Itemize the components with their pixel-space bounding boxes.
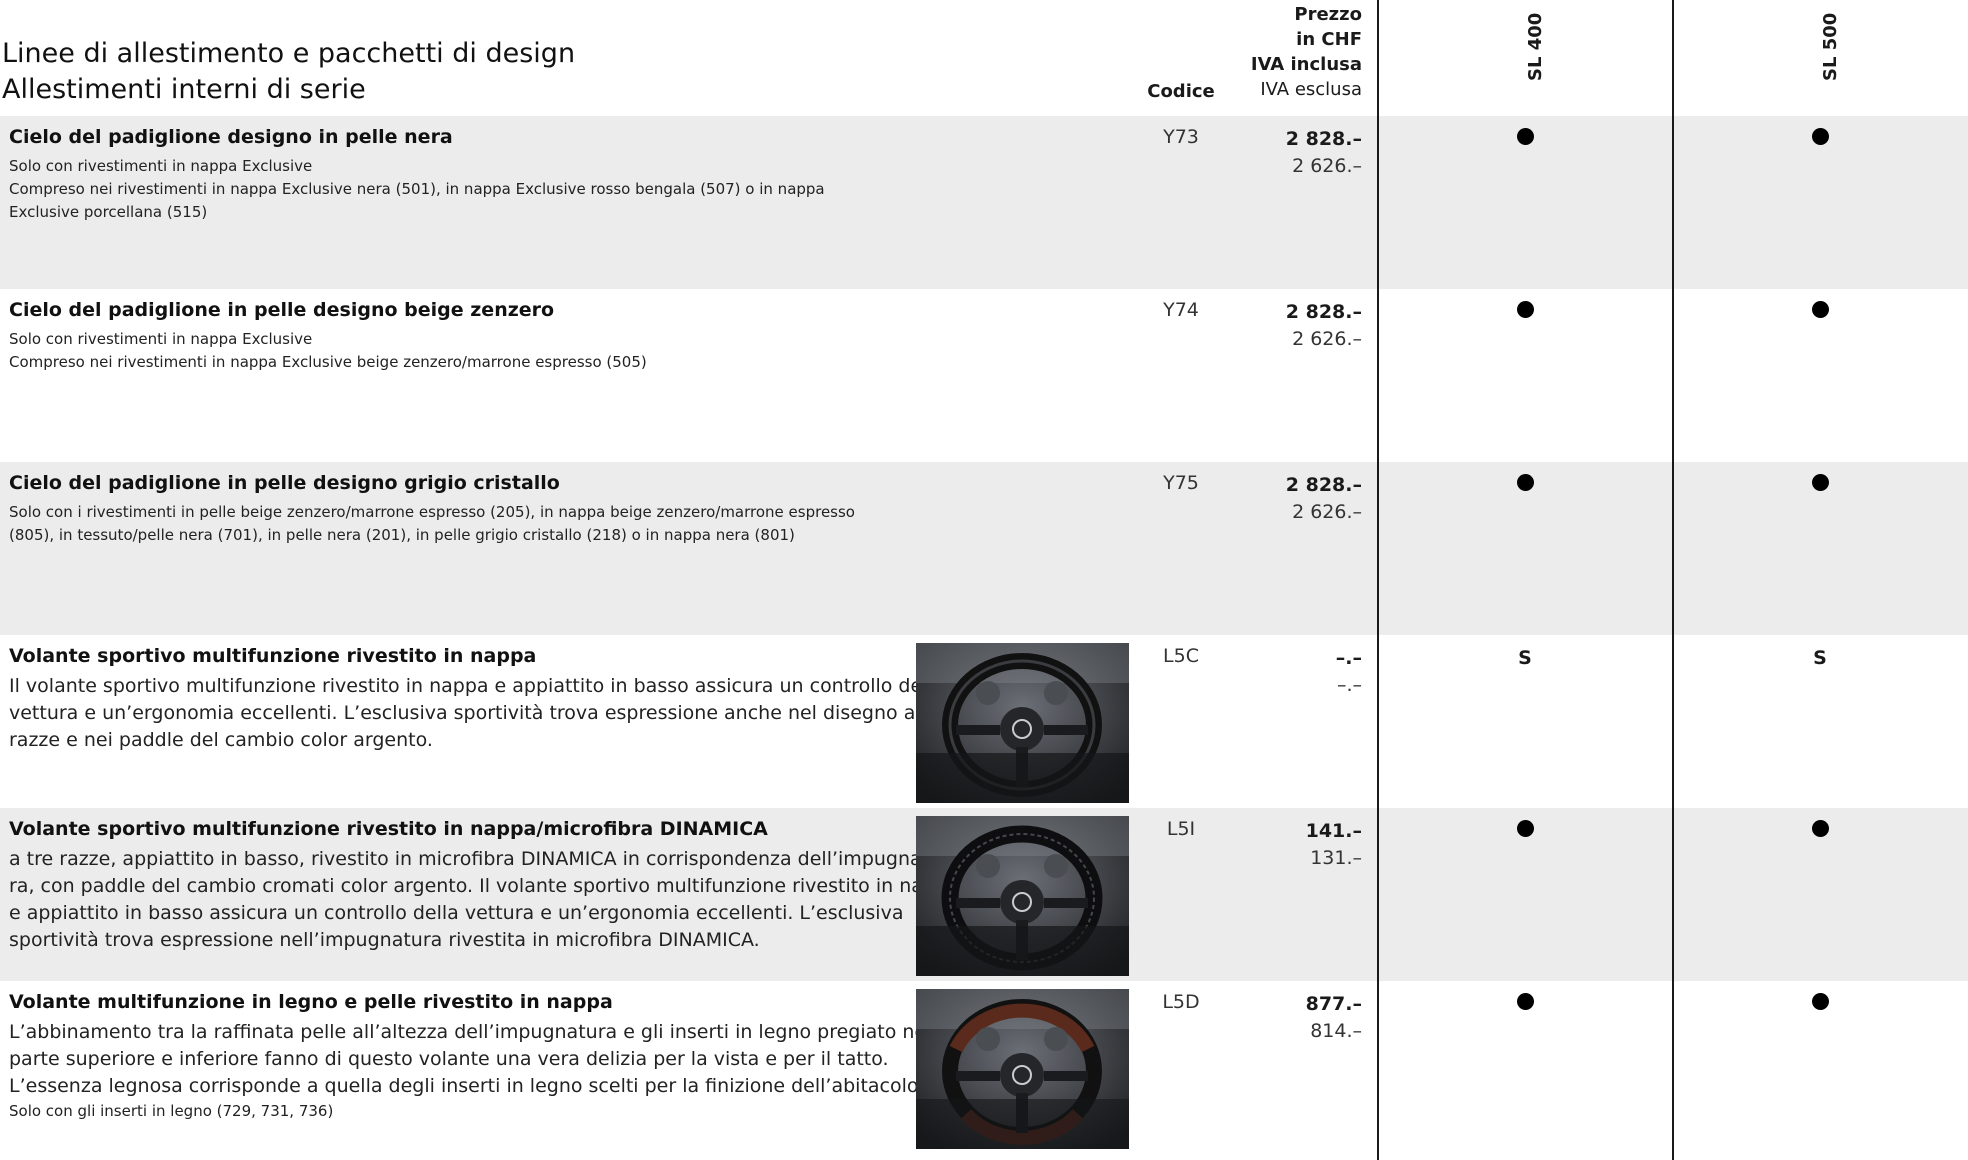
row-title: Cielo del padiglione designo in pelle ne…	[9, 126, 453, 148]
description-line: Il volante sportivo multifunzione rivest…	[9, 675, 945, 697]
row-price: –.– –.–	[1230, 645, 1362, 699]
model-label-sl400: SL 400	[1525, 12, 1546, 81]
standard-available-dot	[1516, 474, 1534, 491]
row-price: 141.– 131.–	[1230, 818, 1362, 872]
price-incl-vat: 2 828.–	[1285, 301, 1362, 323]
row-title: Volante multifunzione in legno e pelle r…	[9, 991, 613, 1013]
description-line: razze e nei paddle del cambio color arge…	[9, 729, 433, 751]
standard-available-dot	[1811, 820, 1829, 837]
price-excl-vat: 2 626.–	[1292, 155, 1362, 177]
price-incl-vat: 141.–	[1305, 820, 1362, 842]
description-line: L’essenza legnosa corrisponde a quella d…	[9, 1075, 925, 1097]
price-header-line-4: IVA esclusa	[1260, 79, 1362, 100]
row-title: Volante sportivo multifunzione rivestito…	[9, 818, 768, 840]
availability-sl500	[1800, 474, 1840, 496]
row-price: 2 828.– 2 626.–	[1230, 472, 1362, 526]
price-excl-vat: 131.–	[1310, 847, 1362, 869]
price-incl-vat: 2 828.–	[1285, 474, 1362, 496]
row-title: Cielo del padiglione in pelle designo gr…	[9, 472, 560, 494]
price-header-line-3: IVA inclusa	[1250, 54, 1362, 75]
availability-sl400	[1505, 301, 1545, 323]
description-line: L’abbinamento tra la raffinata pelle all…	[9, 1021, 949, 1043]
row-notes: Solo con rivestimenti in nappa Exclusive…	[9, 328, 899, 374]
row-notes: Solo con rivestimenti in nappa Exclusive…	[9, 155, 899, 224]
standard-available-dot	[1516, 820, 1534, 837]
column-header-sl500: SL 500	[1790, 0, 1850, 116]
standard-available-dot	[1516, 993, 1534, 1010]
availability-sl500	[1800, 820, 1840, 842]
description-line: e appiattito in basso assicura un contro…	[9, 902, 904, 924]
steering-wheel-image	[916, 643, 1129, 803]
row-note: Compreso nei rivestimenti in nappa Exclu…	[9, 180, 825, 221]
description-line: parte superiore e inferiore fanno di que…	[9, 1048, 889, 1070]
description-line: vettura e un’ergonomia eccellenti. L’esc…	[9, 702, 948, 724]
row-note: Solo con rivestimenti in nappa Exclusive	[9, 157, 313, 175]
row-price: 2 828.– 2 626.–	[1230, 126, 1362, 180]
availability-sl500	[1800, 993, 1840, 1015]
row-price: 877.– 814.–	[1230, 991, 1362, 1045]
price-excl-vat: 2 626.–	[1292, 501, 1362, 523]
column-header-price: Prezzo in CHF IVA inclusa IVA esclusa	[1230, 2, 1362, 102]
column-divider-1	[1377, 0, 1379, 1160]
price-incl-vat: –.–	[1335, 647, 1362, 669]
page-title-line-2: Allestimenti interni di serie	[2, 74, 366, 105]
availability-sl500	[1800, 128, 1840, 150]
row-price: 2 828.– 2 626.–	[1230, 299, 1362, 353]
row-title: Volante sportivo multifunzione rivestito…	[9, 645, 537, 667]
row-note: Solo con gli inserti in legno (729, 731,…	[9, 1102, 334, 1120]
price-incl-vat: 877.–	[1305, 993, 1362, 1015]
row-description: Il volante sportivo multifunzione rivest…	[9, 673, 948, 754]
column-header-code: Codice	[1147, 81, 1215, 102]
model-label-sl500: SL 500	[1820, 12, 1841, 81]
availability-sl400: S	[1518, 647, 1532, 669]
row-code: L5I	[1166, 818, 1196, 840]
availability-sl400	[1505, 993, 1545, 1015]
standard-available-dot	[1811, 301, 1829, 318]
price-excl-vat: 814.–	[1310, 1020, 1362, 1042]
row-note: Compreso nei rivestimenti in nappa Exclu…	[9, 353, 647, 371]
page-title: Linee di allestimento e pacchetti di des…	[2, 36, 575, 108]
row-code: L5D	[1162, 991, 1200, 1013]
steering-wheel-photo	[916, 989, 1129, 1149]
price-header-line-2: in CHF	[1296, 29, 1362, 50]
row-title: Cielo del padiglione in pelle designo be…	[9, 299, 555, 321]
row-code: Y74	[1163, 299, 1199, 321]
standard-available-dot	[1811, 474, 1829, 491]
page-title-line-1: Linee di allestimento e pacchetti di des…	[2, 38, 576, 69]
row-note: Solo con rivestimenti in nappa Exclusive	[9, 330, 313, 348]
row-code: L5C	[1163, 645, 1199, 667]
column-divider-2	[1672, 0, 1674, 1160]
description-line: sportività trova espressione nell’impugn…	[9, 929, 760, 951]
price-excl-vat: –.–	[1336, 674, 1362, 696]
standard-available-dot	[1811, 128, 1829, 145]
standard-available-dot	[1811, 993, 1829, 1010]
description-line: a tre razze, appiattito in basso, rivest…	[9, 848, 949, 870]
row-description: a tre razze, appiattito in basso, rivest…	[9, 846, 959, 954]
steering-wheel-image	[916, 989, 1129, 1149]
steering-wheel-photo	[916, 816, 1129, 976]
availability-sl400	[1505, 474, 1545, 496]
availability-sl400	[1505, 128, 1545, 150]
price-header-line-1: Prezzo	[1294, 4, 1362, 25]
availability-sl500: S	[1813, 647, 1827, 669]
price-incl-vat: 2 828.–	[1285, 128, 1362, 150]
row-code: Y75	[1163, 472, 1199, 494]
row-note: Solo con i rivestimenti in pelle beige z…	[9, 503, 855, 544]
row-notes: Solo con i rivestimenti in pelle beige z…	[9, 501, 899, 547]
price-excl-vat: 2 626.–	[1292, 328, 1362, 350]
availability-sl400	[1505, 820, 1545, 842]
standard-available-dot	[1516, 301, 1534, 318]
standard-available-dot	[1516, 128, 1534, 145]
row-description: L’abbinamento tra la raffinata pelle all…	[9, 1019, 948, 1123]
steering-wheel-image	[916, 816, 1129, 976]
availability-sl500	[1800, 301, 1840, 323]
column-header-sl400: SL 400	[1495, 0, 1555, 116]
row-code: Y73	[1163, 126, 1199, 148]
description-line: ra, con paddle del cambio cromati color …	[9, 875, 959, 897]
steering-wheel-photo	[916, 643, 1129, 803]
